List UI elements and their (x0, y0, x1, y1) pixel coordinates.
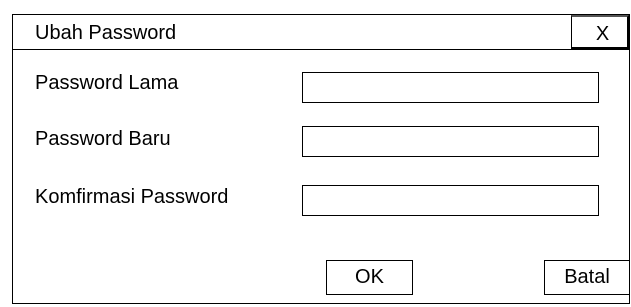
confirm-password-label: Komfirmasi Password (35, 186, 229, 208)
dialog-title: Ubah Password (35, 22, 177, 44)
change-password-dialog: Ubah Password X Password Lama Password B… (12, 14, 630, 304)
new-password-input[interactable] (302, 126, 599, 157)
new-password-label: Password Baru (35, 128, 171, 150)
dialog-titlebar: Ubah Password X (13, 15, 629, 50)
confirm-password-input[interactable] (302, 185, 599, 216)
close-button[interactable]: X (571, 15, 629, 49)
old-password-label: Password Lama (35, 72, 179, 94)
old-password-input[interactable] (302, 72, 599, 103)
cancel-button[interactable]: Batal (544, 260, 630, 295)
ok-button[interactable]: OK (326, 260, 413, 295)
